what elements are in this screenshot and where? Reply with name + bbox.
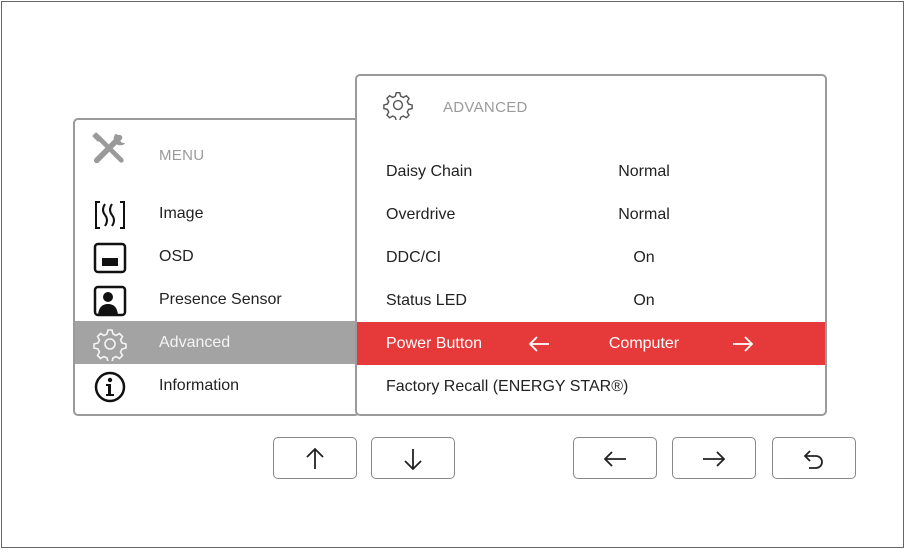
setting-row-ddc-ci[interactable]: DDC/CI On: [357, 236, 825, 279]
menu-item-label: Presence Sensor: [159, 291, 282, 308]
setting-label: Daisy Chain: [386, 163, 473, 180]
right-button[interactable]: [672, 437, 756, 479]
menu-item-label: Information: [159, 377, 240, 394]
setting-row-daisy-chain[interactable]: Daisy Chain Normal: [357, 150, 825, 193]
setting-value: Computer: [608, 335, 680, 352]
setting-label: DDC/CI: [386, 249, 442, 266]
setting-label: Factory Recall (ENERGY STAR®): [386, 378, 629, 395]
back-icon: [803, 450, 823, 469]
setting-row-factory-recall[interactable]: Factory Recall (ENERGY STAR®): [357, 365, 825, 408]
main-menu-panel: MENU Image OSD Presence Sensor Advanced …: [73, 118, 360, 416]
left-button[interactable]: [573, 437, 657, 479]
right-arrow-icon: [703, 451, 726, 467]
menu-item-image[interactable]: Image: [75, 192, 358, 235]
down-arrow-icon: [404, 449, 422, 471]
menu-title: MENU: [159, 147, 205, 164]
osd-icon: [93, 242, 127, 274]
setting-label: Status LED: [386, 292, 467, 309]
menu-header: MENU: [75, 120, 358, 172]
menu-item-label: OSD: [159, 248, 194, 265]
gear-icon: [93, 329, 127, 361]
setting-row-status-led[interactable]: Status LED On: [357, 279, 825, 322]
menu-item-information[interactable]: Information: [75, 364, 358, 407]
setting-row-overdrive[interactable]: Overdrive Normal: [357, 193, 825, 236]
setting-label: Power Button: [386, 335, 483, 352]
setting-row-power-button[interactable]: Power Button Computer: [357, 322, 825, 365]
up-button[interactable]: [273, 437, 357, 479]
presence-sensor-icon: [93, 285, 127, 317]
advanced-submenu-panel: ADVANCED Daisy Chain Normal Overdrive No…: [355, 74, 827, 416]
setting-label: Overdrive: [386, 206, 456, 223]
up-arrow-icon: [306, 447, 324, 469]
right-arrow-icon[interactable]: [731, 332, 755, 356]
left-arrow-icon[interactable]: [527, 332, 551, 356]
menu-item-presence-sensor[interactable]: Presence Sensor: [75, 278, 358, 321]
menu-item-osd[interactable]: OSD: [75, 235, 358, 278]
setting-value: On: [633, 249, 655, 266]
setting-value: Normal: [618, 163, 670, 180]
down-button[interactable]: [371, 437, 455, 479]
advanced-title: ADVANCED: [443, 99, 528, 116]
menu-item-label: Advanced: [159, 334, 231, 351]
image-icon: [95, 201, 125, 229]
menu-item-advanced[interactable]: Advanced: [75, 321, 358, 364]
left-arrow-icon: [603, 451, 626, 467]
setting-value: Normal: [618, 206, 670, 223]
setting-value: On: [633, 292, 655, 309]
menu-item-label: Image: [159, 205, 204, 222]
gear-icon: [383, 91, 413, 120]
back-button[interactable]: [772, 437, 856, 479]
advanced-header: ADVANCED: [357, 76, 825, 136]
tools-icon: [92, 132, 126, 164]
info-icon: [94, 371, 126, 403]
